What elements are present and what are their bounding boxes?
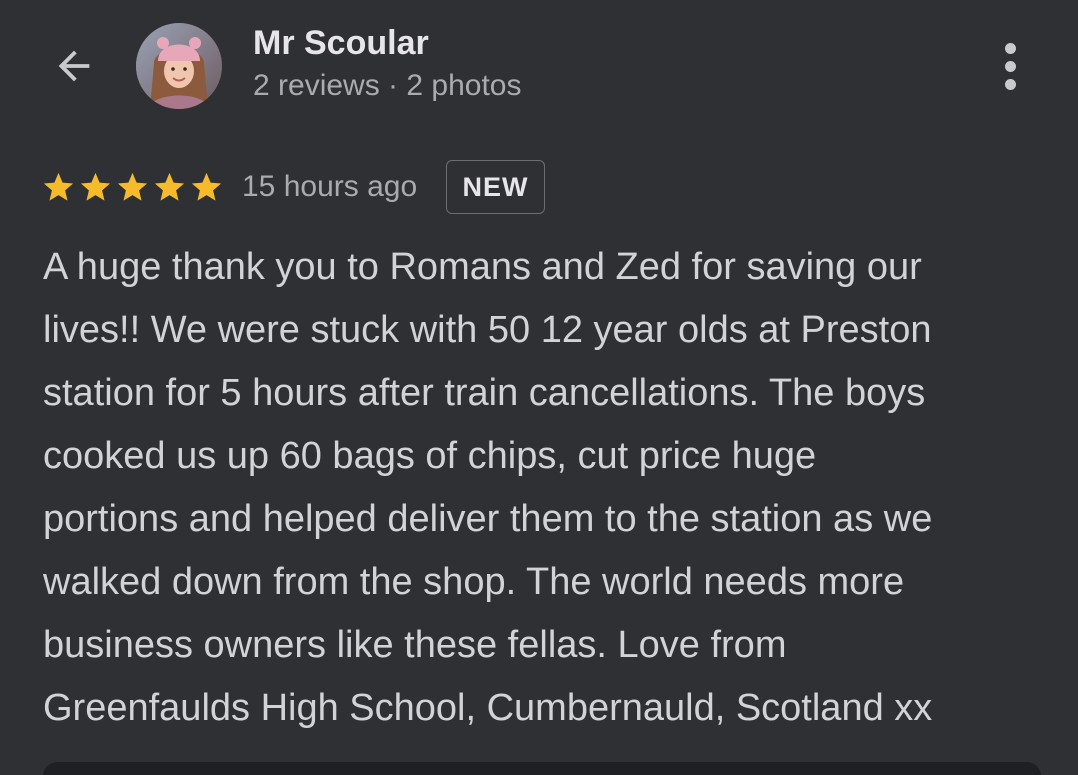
star-rating [41, 168, 224, 206]
star-icon [191, 172, 222, 201]
owner-response-card [43, 762, 1041, 775]
more-vert-icon [1004, 42, 1016, 54]
star-icon [43, 172, 74, 201]
star-icon [80, 172, 111, 201]
star-icon [154, 172, 185, 201]
author-meta: 2 reviews · 2 photos [253, 69, 522, 102]
arrow-left-icon [58, 50, 90, 82]
review-text-line: walked down from the shop. The world nee… [43, 561, 905, 603]
review-text-line: portions and helped deliver them to the … [43, 498, 933, 540]
profile-photo [136, 23, 222, 109]
review-text-line: business owners like these fellas. Love … [43, 624, 787, 666]
review-text-line: cooked us up 60 bags of chips, cut price… [43, 435, 817, 477]
star-icon [117, 172, 148, 201]
review-text-line: A huge thank you to Romans and Zed for s… [43, 246, 922, 288]
review-timestamp: 15 hours ago [242, 170, 418, 203]
review-text-line: station for 5 hours after train cancella… [43, 372, 926, 414]
more-vert-icon-dot [1004, 78, 1016, 90]
more-options-button[interactable] [988, 38, 1032, 94]
review-screen: Mr Scoular 2 reviews · 2 photos 15 hours… [0, 0, 1078, 775]
review-text-line: lives!! We were stuck with 50 12 year ol… [43, 309, 932, 351]
review-text[interactable]: A huge thank you to Romans and Zed for s… [43, 236, 1043, 740]
back-button[interactable] [46, 38, 102, 94]
review-text-line: Greenfaulds High School, Cumbernauld, Sc… [43, 687, 933, 729]
avatar[interactable] [136, 23, 222, 109]
new-badge: NEW [446, 160, 545, 214]
more-vert-icon-dot [1004, 60, 1016, 72]
author-name[interactable]: Mr Scoular [253, 22, 429, 64]
